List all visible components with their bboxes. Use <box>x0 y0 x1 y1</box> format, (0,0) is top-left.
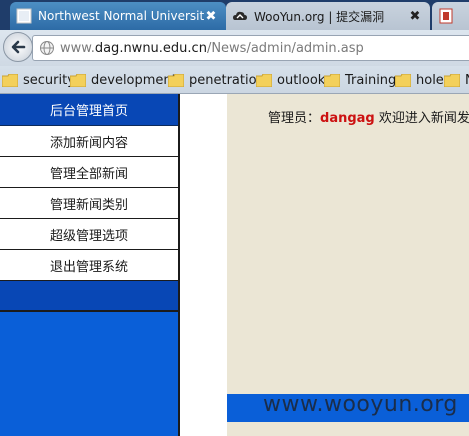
folder-icon <box>395 73 411 87</box>
page-content: 后台管理首页 添加新闻内容 管理全部新闻 管理新闻类别 超级管理选项 退出管理系… <box>0 94 469 436</box>
sidebar-item-logout[interactable]: 退出管理系统 <box>0 250 178 281</box>
folder-icon <box>444 73 460 87</box>
admin-username: dangag <box>320 111 375 126</box>
navigation-toolbar: www.dag.nwnu.edu.cn/News/admin/admin.asp <box>0 30 469 66</box>
welcome-prefix: 管理员： <box>268 111 321 126</box>
bookmark-label: hole <box>416 72 444 88</box>
sidebar-item-super-admin-options[interactable]: 超级管理选项 <box>0 219 178 250</box>
bookmark-folder-hole[interactable]: hole <box>395 71 444 89</box>
url-text: www.dag.nwnu.edu.cn/News/admin/admin.asp <box>60 41 364 56</box>
tab-northwest-normal-university[interactable]: Northwest Normal University! ✖ <box>10 2 226 30</box>
back-button[interactable] <box>3 32 33 62</box>
tab-third[interactable] <box>432 2 469 30</box>
bookmark-label: outlook <box>277 72 326 88</box>
back-arrow-icon <box>11 40 26 54</box>
admin-sidebar: 后台管理首页 添加新闻内容 管理全部新闻 管理新闻类别 超级管理选项 退出管理系… <box>0 94 180 436</box>
watermark: www.wooyun.org <box>263 392 458 417</box>
tab-title: Northwest Normal University! <box>38 9 204 23</box>
bookmark-folder-penetration[interactable]: penetration <box>168 71 265 89</box>
sidebar-item-admin-home[interactable]: 后台管理首页 <box>0 94 178 126</box>
folder-icon <box>168 73 184 87</box>
globe-icon <box>40 41 54 55</box>
bookmark-label: N <box>465 73 469 88</box>
address-bar[interactable]: www.dag.nwnu.edu.cn/News/admin/admin.asp <box>32 35 469 61</box>
main-frame: 管理员：dangag 欢迎进入新闻发布 <box>227 94 469 436</box>
sidebar-item-manage-all-news[interactable]: 管理全部新闻 <box>0 157 178 188</box>
bookmark-folder-n[interactable]: N <box>444 71 469 89</box>
bookmark-folder-training[interactable]: Training <box>324 71 396 89</box>
folder-icon <box>256 73 272 87</box>
sidebar-footer <box>0 281 178 312</box>
bookmark-folder-security[interactable]: security <box>2 71 75 89</box>
url-path: /News/admin/admin.asp <box>206 40 364 56</box>
tab-close-icon[interactable]: ✖ <box>408 9 422 24</box>
welcome-suffix: 欢迎进入新闻发布 <box>378 111 469 126</box>
welcome-message: 管理员：dangag 欢迎进入新闻发布 <box>268 107 469 126</box>
url-host: dag.nwnu.edu.cn <box>94 40 207 56</box>
bookmarks-bar: security development penetration outlook… <box>0 66 469 94</box>
folder-icon <box>2 73 18 87</box>
sidebar-item-manage-news-categories[interactable]: 管理新闻类别 <box>0 188 178 219</box>
red-favicon-icon <box>439 8 453 24</box>
bookmark-label: development <box>91 72 177 88</box>
bookmark-label: penetration <box>189 72 265 88</box>
tab-close-icon[interactable]: ✖ <box>204 9 218 24</box>
bookmark-folder-development[interactable]: development <box>70 71 177 89</box>
bookmark-label: security <box>23 72 75 88</box>
folder-icon <box>70 73 86 87</box>
sidebar-item-add-news[interactable]: 添加新闻内容 <box>0 126 178 157</box>
folder-icon <box>324 73 340 87</box>
tab-wooyun[interactable]: WooYun.org | 提交漏洞 ✖ <box>226 2 430 30</box>
cloud-favicon-icon <box>233 11 247 20</box>
bookmark-label: Training <box>345 72 397 88</box>
bookmark-folder-outlook[interactable]: outlook <box>256 71 325 89</box>
url-prefix: www. <box>60 40 95 56</box>
tab-strip: Northwest Normal University! ✖ WooYun.or… <box>0 0 469 30</box>
tab-title: WooYun.org | 提交漏洞 <box>254 9 385 24</box>
page-favicon-icon <box>16 8 32 24</box>
